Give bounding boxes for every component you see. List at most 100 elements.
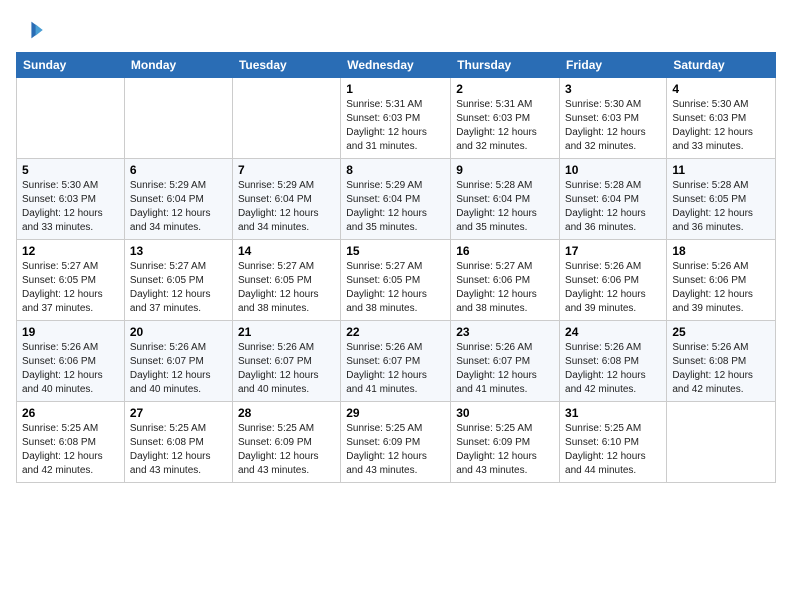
calendar-cell: 13 Sunrise: 5:27 AM Sunset: 6:05 PM Dayli… — [124, 240, 232, 321]
day-number: 11 — [672, 163, 770, 177]
calendar-cell: 20Sunrise: 5:26 AM Sunset: 6:07 PM Dayli… — [124, 321, 232, 402]
day-number: 2 — [456, 82, 554, 96]
day-number: 26 — [22, 406, 119, 420]
day-info: Sunrise: 5:27 AM Sunset: 6:05 PM Dayligh… — [238, 260, 335, 316]
calendar-cell: 1 Sunrise: 5:31 AM Sunset: 6:03 PM Daylig… — [341, 78, 451, 159]
weekday-header-wednesday: Wednesday — [341, 53, 451, 78]
day-info: Sunrise: 5:25 AM Sunset: 6:10 PM Dayligh… — [565, 422, 661, 478]
day-info: Sunrise: 5:31 AM Sunset: 6:03 PM Dayligh… — [456, 98, 554, 154]
day-info: Sunrise: 5:26 AM Sunset: 6:08 PM Dayligh… — [672, 341, 770, 397]
calendar-cell: 11 Sunrise: 5:28 AM Sunset: 6:05 PM Dayli… — [667, 159, 776, 240]
day-number: 29 — [346, 406, 445, 420]
calendar-cell: 27 Sunrise: 5:25 AM Sunset: 6:08 PM Dayli… — [124, 402, 232, 483]
day-info: Sunrise: 5:25 AM Sunset: 6:08 PM Dayligh… — [22, 422, 119, 478]
calendar-cell: 7 Sunrise: 5:29 AM Sunset: 6:04 PM Daylig… — [232, 159, 340, 240]
day-info: Sunrise: 5:26 AM Sunset: 6:06 PM Dayligh… — [565, 260, 661, 316]
day-info: Sunrise: 5:28 AM Sunset: 6:05 PM Dayligh… — [672, 179, 770, 235]
day-number: 23 — [456, 325, 554, 339]
day-number: 20 — [130, 325, 227, 339]
logo-icon — [16, 16, 44, 44]
calendar-cell: 19 Sunrise: 5:26 AM Sunset: 6:06 PM Dayli… — [17, 321, 125, 402]
calendar-cell: 15 Sunrise: 5:27 AM Sunset: 6:05 PM Dayli… — [341, 240, 451, 321]
day-number: 3 — [565, 82, 661, 96]
calendar-cell: 21 Sunrise: 5:26 AM Sunset: 6:07 PM Dayli… — [232, 321, 340, 402]
day-number: 5 — [22, 163, 119, 177]
weekday-header-row: SundayMondayTuesdayWednesdayThursdayFrid… — [17, 53, 776, 78]
day-info: Sunrise: 5:31 AM Sunset: 6:03 PM Dayligh… — [346, 98, 445, 154]
day-number: 27 — [130, 406, 227, 420]
calendar-cell: 29 Sunrise: 5:25 AM Sunset: 6:09 PM Dayli… — [341, 402, 451, 483]
calendar-cell: 26 Sunrise: 5:25 AM Sunset: 6:08 PM Dayli… — [17, 402, 125, 483]
day-number: 21 — [238, 325, 335, 339]
calendar-cell: 2 Sunrise: 5:31 AM Sunset: 6:03 PM Daylig… — [451, 78, 560, 159]
calendar-cell: 18 Sunrise: 5:26 AM Sunset: 6:06 PM Dayli… — [667, 240, 776, 321]
calendar-cell: 23Sunrise: 5:26 AM Sunset: 6:07 PM Dayli… — [451, 321, 560, 402]
week-row-1: 1 Sunrise: 5:31 AM Sunset: 6:03 PM Daylig… — [17, 78, 776, 159]
calendar-cell: 3 Sunrise: 5:30 AM Sunset: 6:03 PM Daylig… — [560, 78, 667, 159]
day-number: 22 — [346, 325, 445, 339]
calendar-cell: 5 Sunrise: 5:30 AM Sunset: 6:03 PM Daylig… — [17, 159, 125, 240]
day-number: 12 — [22, 244, 119, 258]
day-number: 19 — [22, 325, 119, 339]
calendar-cell: 16Sunrise: 5:27 AM Sunset: 6:06 PM Dayli… — [451, 240, 560, 321]
week-row-3: 12 Sunrise: 5:27 AM Sunset: 6:05 PM Dayli… — [17, 240, 776, 321]
calendar-cell: 31 Sunrise: 5:25 AM Sunset: 6:10 PM Dayli… — [560, 402, 667, 483]
day-number: 24 — [565, 325, 661, 339]
calendar-cell: 24 Sunrise: 5:26 AM Sunset: 6:08 PM Dayli… — [560, 321, 667, 402]
day-info: Sunrise: 5:25 AM Sunset: 6:09 PM Dayligh… — [238, 422, 335, 478]
logo — [16, 16, 48, 44]
calendar-cell: 9Sunrise: 5:28 AM Sunset: 6:04 PM Daylig… — [451, 159, 560, 240]
calendar-cell: 6Sunrise: 5:29 AM Sunset: 6:04 PM Daylig… — [124, 159, 232, 240]
day-info: Sunrise: 5:27 AM Sunset: 6:05 PM Dayligh… — [346, 260, 445, 316]
day-info: Sunrise: 5:27 AM Sunset: 6:05 PM Dayligh… — [22, 260, 119, 316]
day-info: Sunrise: 5:25 AM Sunset: 6:09 PM Dayligh… — [346, 422, 445, 478]
weekday-header-saturday: Saturday — [667, 53, 776, 78]
day-number: 7 — [238, 163, 335, 177]
day-info: Sunrise: 5:25 AM Sunset: 6:08 PM Dayligh… — [130, 422, 227, 478]
day-info: Sunrise: 5:26 AM Sunset: 6:07 PM Dayligh… — [238, 341, 335, 397]
day-number: 13 — [130, 244, 227, 258]
calendar-cell — [124, 78, 232, 159]
day-info: Sunrise: 5:29 AM Sunset: 6:04 PM Dayligh… — [346, 179, 445, 235]
calendar-cell: 17 Sunrise: 5:26 AM Sunset: 6:06 PM Dayli… — [560, 240, 667, 321]
week-row-4: 19 Sunrise: 5:26 AM Sunset: 6:06 PM Dayli… — [17, 321, 776, 402]
day-info: Sunrise: 5:26 AM Sunset: 6:08 PM Dayligh… — [565, 341, 661, 397]
weekday-header-friday: Friday — [560, 53, 667, 78]
calendar-cell: 8 Sunrise: 5:29 AM Sunset: 6:04 PM Daylig… — [341, 159, 451, 240]
day-info: Sunrise: 5:26 AM Sunset: 6:06 PM Dayligh… — [672, 260, 770, 316]
calendar-cell — [232, 78, 340, 159]
calendar-cell: 14 Sunrise: 5:27 AM Sunset: 6:05 PM Dayli… — [232, 240, 340, 321]
day-info: Sunrise: 5:29 AM Sunset: 6:04 PM Dayligh… — [130, 179, 227, 235]
day-info: Sunrise: 5:30 AM Sunset: 6:03 PM Dayligh… — [565, 98, 661, 154]
weekday-header-tuesday: Tuesday — [232, 53, 340, 78]
day-number: 28 — [238, 406, 335, 420]
day-info: Sunrise: 5:26 AM Sunset: 6:07 PM Dayligh… — [346, 341, 445, 397]
calendar-cell: 28 Sunrise: 5:25 AM Sunset: 6:09 PM Dayli… — [232, 402, 340, 483]
day-number: 1 — [346, 82, 445, 96]
calendar-cell: 12 Sunrise: 5:27 AM Sunset: 6:05 PM Dayli… — [17, 240, 125, 321]
day-number: 17 — [565, 244, 661, 258]
header — [16, 16, 776, 44]
day-info: Sunrise: 5:30 AM Sunset: 6:03 PM Dayligh… — [22, 179, 119, 235]
day-info: Sunrise: 5:28 AM Sunset: 6:04 PM Dayligh… — [456, 179, 554, 235]
day-number: 14 — [238, 244, 335, 258]
day-info: Sunrise: 5:25 AM Sunset: 6:09 PM Dayligh… — [456, 422, 554, 478]
calendar-cell: 22 Sunrise: 5:26 AM Sunset: 6:07 PM Dayli… — [341, 321, 451, 402]
day-number: 15 — [346, 244, 445, 258]
day-number: 8 — [346, 163, 445, 177]
weekday-header-monday: Monday — [124, 53, 232, 78]
calendar-cell: 10Sunrise: 5:28 AM Sunset: 6:04 PM Dayli… — [560, 159, 667, 240]
day-number: 18 — [672, 244, 770, 258]
day-info: Sunrise: 5:26 AM Sunset: 6:06 PM Dayligh… — [22, 341, 119, 397]
calendar-cell — [667, 402, 776, 483]
day-number: 10 — [565, 163, 661, 177]
day-number: 31 — [565, 406, 661, 420]
calendar: SundayMondayTuesdayWednesdayThursdayFrid… — [16, 52, 776, 483]
weekday-header-thursday: Thursday — [451, 53, 560, 78]
day-info: Sunrise: 5:30 AM Sunset: 6:03 PM Dayligh… — [672, 98, 770, 154]
day-info: Sunrise: 5:27 AM Sunset: 6:05 PM Dayligh… — [130, 260, 227, 316]
calendar-cell: 25Sunrise: 5:26 AM Sunset: 6:08 PM Dayli… — [667, 321, 776, 402]
day-info: Sunrise: 5:29 AM Sunset: 6:04 PM Dayligh… — [238, 179, 335, 235]
day-number: 4 — [672, 82, 770, 96]
week-row-5: 26 Sunrise: 5:25 AM Sunset: 6:08 PM Dayli… — [17, 402, 776, 483]
